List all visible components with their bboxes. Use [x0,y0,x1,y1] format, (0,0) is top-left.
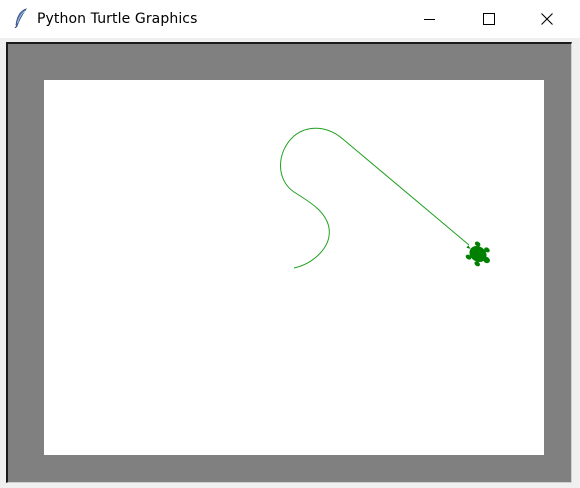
close-button[interactable] [518,0,576,38]
title-bar[interactable]: Python Turtle Graphics [0,0,580,38]
feather-icon [14,8,28,29]
turtle-path [280,127,470,269]
minimize-button[interactable] [400,0,458,38]
minimize-icon [424,19,435,20]
turtle-canvas[interactable] [44,80,544,455]
maximize-icon [483,13,495,25]
close-icon [541,13,553,25]
window-title: Python Turtle Graphics [37,11,198,27]
turtle-drawing [280,127,490,269]
turtle-window: Python Turtle Graphics [0,0,580,488]
maximize-button[interactable] [459,0,517,38]
